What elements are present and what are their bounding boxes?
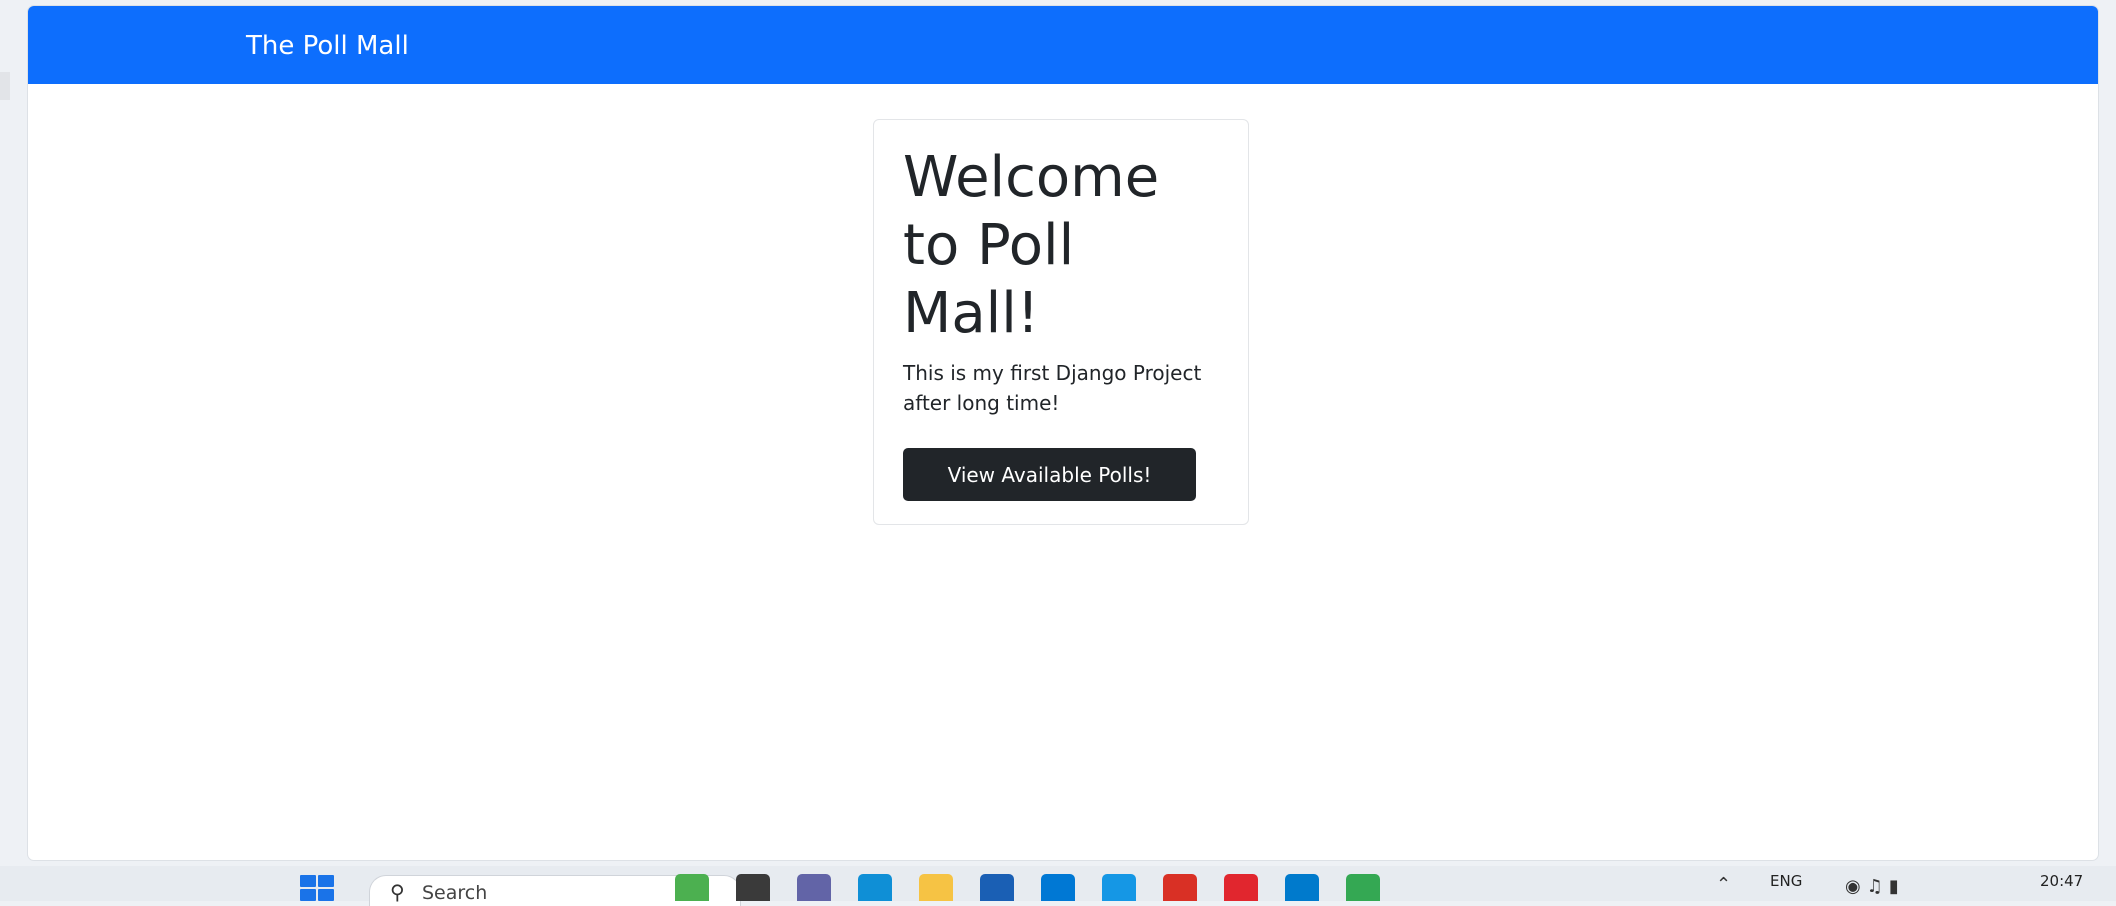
vscode-icon[interactable] bbox=[1285, 874, 1319, 901]
app-blue-icon[interactable] bbox=[1041, 874, 1075, 901]
mail-icon[interactable] bbox=[980, 874, 1014, 901]
navbar-brand-link[interactable]: The Poll Mall bbox=[246, 31, 409, 61]
widgets-icon[interactable] bbox=[675, 874, 709, 901]
chevron-up-icon[interactable]: ⌃ bbox=[1716, 874, 1731, 895]
taskbar-clock[interactable]: 20:47 bbox=[2040, 872, 2083, 890]
windows-taskbar: ⚲ Search ⌃ ENG ◉♫▮ 20:47 bbox=[0, 866, 2116, 906]
network-icon: ◉ bbox=[1845, 876, 1867, 897]
windows-start-icon[interactable] bbox=[300, 875, 334, 901]
file-explorer-icon[interactable] bbox=[919, 874, 953, 901]
card-title: Welcome to Poll Mall! bbox=[903, 145, 1160, 346]
volume-icon: ♫ bbox=[1866, 876, 1889, 897]
view-available-polls-button[interactable]: View Available Polls! bbox=[903, 448, 1196, 501]
navbar: The Poll Mall bbox=[28, 6, 2098, 84]
teams-chat-icon[interactable] bbox=[797, 874, 831, 901]
opera-icon[interactable] bbox=[1224, 874, 1258, 901]
task-view-icon[interactable] bbox=[736, 874, 770, 901]
window-edge bbox=[0, 72, 10, 100]
battery-icon: ▮ bbox=[1888, 876, 1905, 897]
chrome-icon[interactable] bbox=[1346, 874, 1380, 901]
language-indicator[interactable]: ENG bbox=[1770, 872, 1802, 890]
gmail-icon[interactable] bbox=[1163, 874, 1197, 901]
system-tray-icons[interactable]: ◉♫▮ bbox=[1845, 876, 1905, 897]
edge-browser-icon[interactable] bbox=[858, 874, 892, 901]
search-icon: ⚲ bbox=[390, 880, 405, 904]
app-cyan-icon[interactable] bbox=[1102, 874, 1136, 901]
card-text: This is my first Django Project after lo… bbox=[903, 361, 1202, 415]
browser-viewport: The Poll Mall Welcome to Poll Mall! This… bbox=[28, 6, 2098, 860]
welcome-card: Welcome to Poll Mall! This is my first D… bbox=[873, 119, 1249, 525]
